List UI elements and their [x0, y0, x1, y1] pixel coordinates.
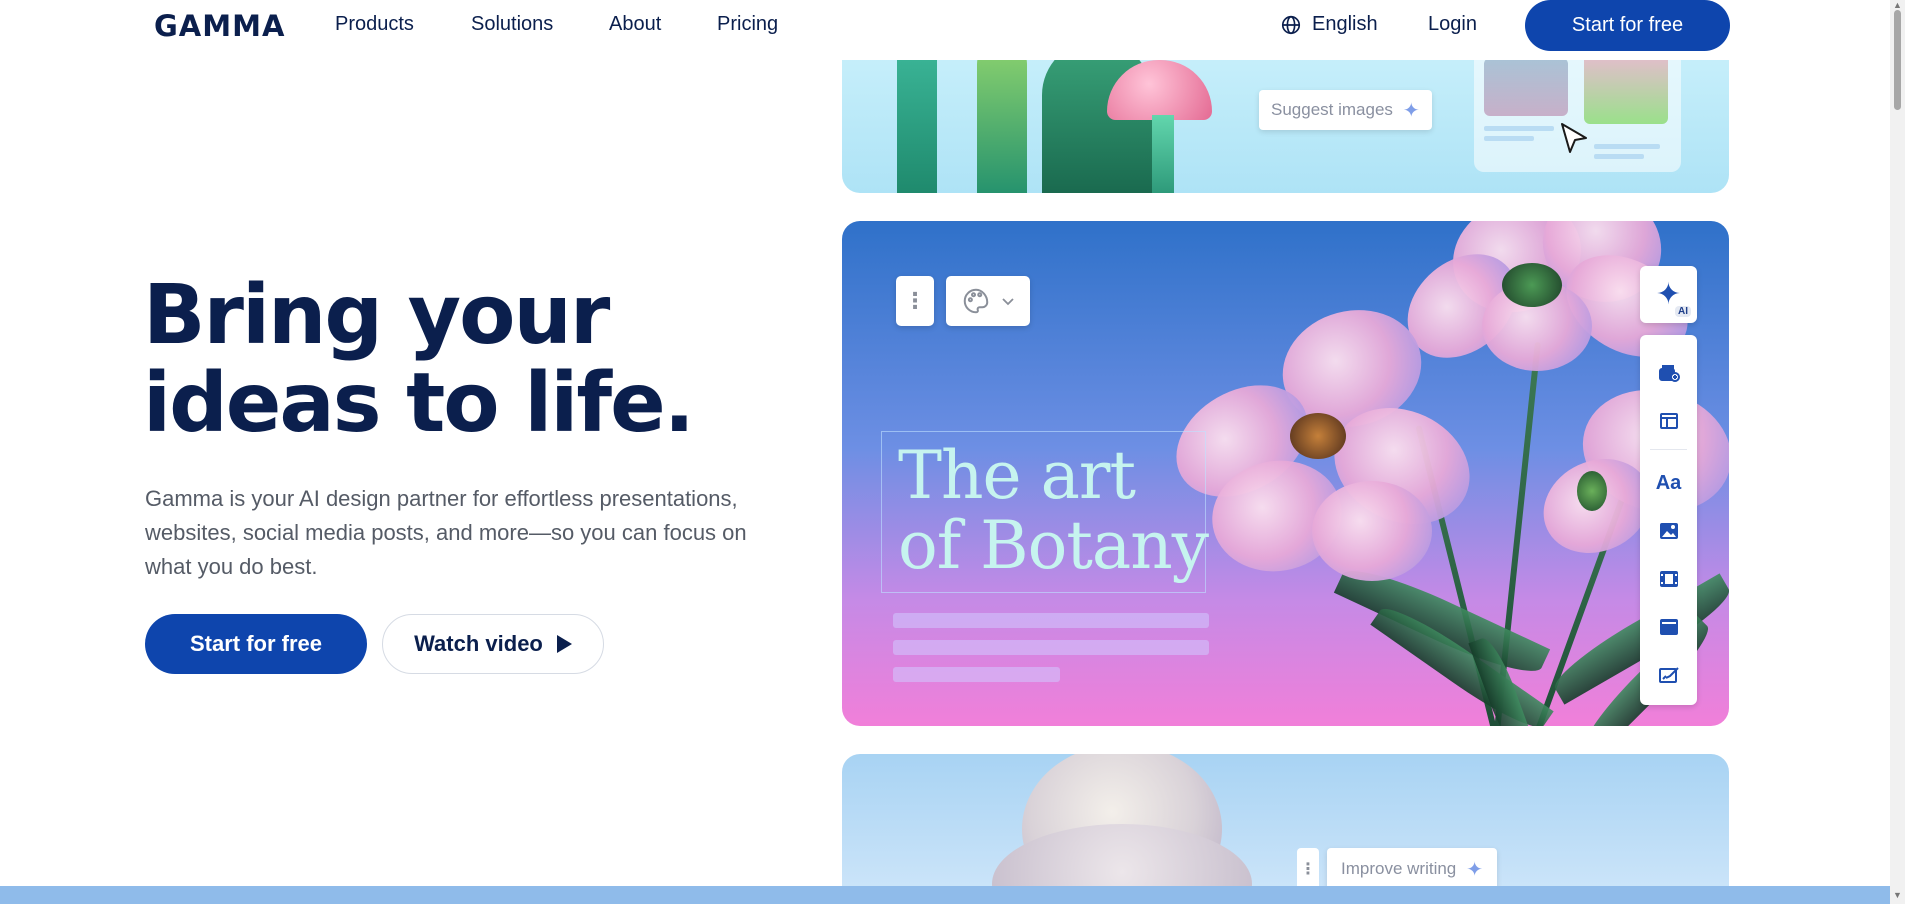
watch-video-button[interactable]: Watch video: [382, 614, 604, 674]
preview-card-images: Suggest images ✦: [842, 40, 1729, 193]
suggested-image-thumb[interactable]: [1484, 58, 1568, 116]
edit-icon[interactable]: [1640, 655, 1697, 695]
vertical-dots-icon: ⋮: [904, 288, 926, 313]
placeholder-line: [1594, 154, 1644, 159]
theme-picker-button[interactable]: [946, 276, 1030, 326]
nav-products[interactable]: Products: [335, 13, 414, 36]
placeholder-line: [893, 613, 1209, 628]
placeholder-line: [1484, 136, 1534, 141]
image-icon[interactable]: [1640, 511, 1697, 551]
language-selector[interactable]: English: [1280, 13, 1378, 36]
language-label: English: [1312, 13, 1378, 35]
watch-video-label: Watch video: [414, 631, 543, 656]
embed-icon[interactable]: [1640, 607, 1697, 647]
scrollbar-thumb[interactable]: [1894, 10, 1901, 110]
suggest-images-label: Suggest images: [1271, 100, 1393, 119]
sparkle-icon: ✦: [1466, 858, 1484, 881]
ai-assistant-button[interactable]: ✦ AI: [1640, 266, 1697, 323]
globe-icon: [1281, 15, 1301, 34]
mushroom-stem: [1152, 115, 1174, 193]
video-icon[interactable]: [1640, 559, 1697, 599]
cactus-shape: [977, 40, 1027, 193]
gamma-logo[interactable]: GAMMA: [154, 9, 285, 43]
layout-icon[interactable]: [1640, 401, 1697, 441]
cactus-shape: [897, 40, 937, 193]
placeholder-line: [893, 640, 1209, 655]
preview-card-botany: ⋮ The art of Botany ✦ AI Aa: [842, 221, 1729, 726]
improve-writing-label: Improve writing: [1341, 859, 1457, 878]
add-card-icon[interactable]: [1640, 353, 1697, 393]
hero-title-line2: ideas to life.: [143, 356, 695, 451]
preview-card-writing: ⋮ Improve writing ✦: [842, 754, 1729, 904]
nav-about[interactable]: About: [609, 13, 661, 36]
hero-subtitle: Gamma is your AI design partner for effo…: [145, 486, 747, 579]
nav-start-free-button[interactable]: Start for free: [1525, 0, 1730, 51]
nav-solutions[interactable]: Solutions: [471, 13, 553, 36]
nav-pricing[interactable]: Pricing: [717, 13, 778, 36]
hero-title: Bring your ideas to life.: [143, 272, 843, 448]
hero-title-line1: Bring your: [143, 268, 610, 363]
scroll-up-icon[interactable]: ▲: [1893, 0, 1902, 10]
mouse-cursor-icon: [1561, 123, 1587, 153]
ai-badge: AI: [1675, 306, 1691, 317]
palette-icon: [963, 288, 989, 314]
block-menu-button[interactable]: ⋮: [1297, 848, 1319, 890]
placeholder-line: [1484, 126, 1554, 131]
chevron-down-icon: [1002, 298, 1014, 306]
page-bottom-strip: [0, 886, 1890, 904]
top-navigation: GAMMA Products Solutions About Pricing E…: [0, 0, 1890, 60]
placeholder-line: [1594, 144, 1660, 149]
sparkle-icon: ✦: [1402, 99, 1420, 122]
improve-writing-button[interactable]: Improve writing ✦: [1327, 848, 1498, 890]
text-icon[interactable]: Aa: [1640, 463, 1697, 503]
editor-toolbar: Aa: [1640, 335, 1697, 705]
toolbar-divider: [1650, 449, 1687, 450]
card-menu-button[interactable]: ⋮: [896, 276, 934, 326]
vertical-dots-icon: ⋮: [1300, 861, 1316, 878]
start-free-button[interactable]: Start for free: [145, 614, 367, 674]
login-link[interactable]: Login: [1428, 13, 1477, 36]
card-title[interactable]: The art of Botany: [898, 441, 1209, 581]
scroll-down-icon[interactable]: ▼: [1893, 890, 1902, 900]
suggest-images-button[interactable]: Suggest images ✦: [1259, 90, 1432, 130]
vertical-scrollbar[interactable]: ▲ ▼: [1890, 0, 1905, 904]
play-icon: [556, 635, 572, 653]
placeholder-line: [893, 667, 1060, 682]
